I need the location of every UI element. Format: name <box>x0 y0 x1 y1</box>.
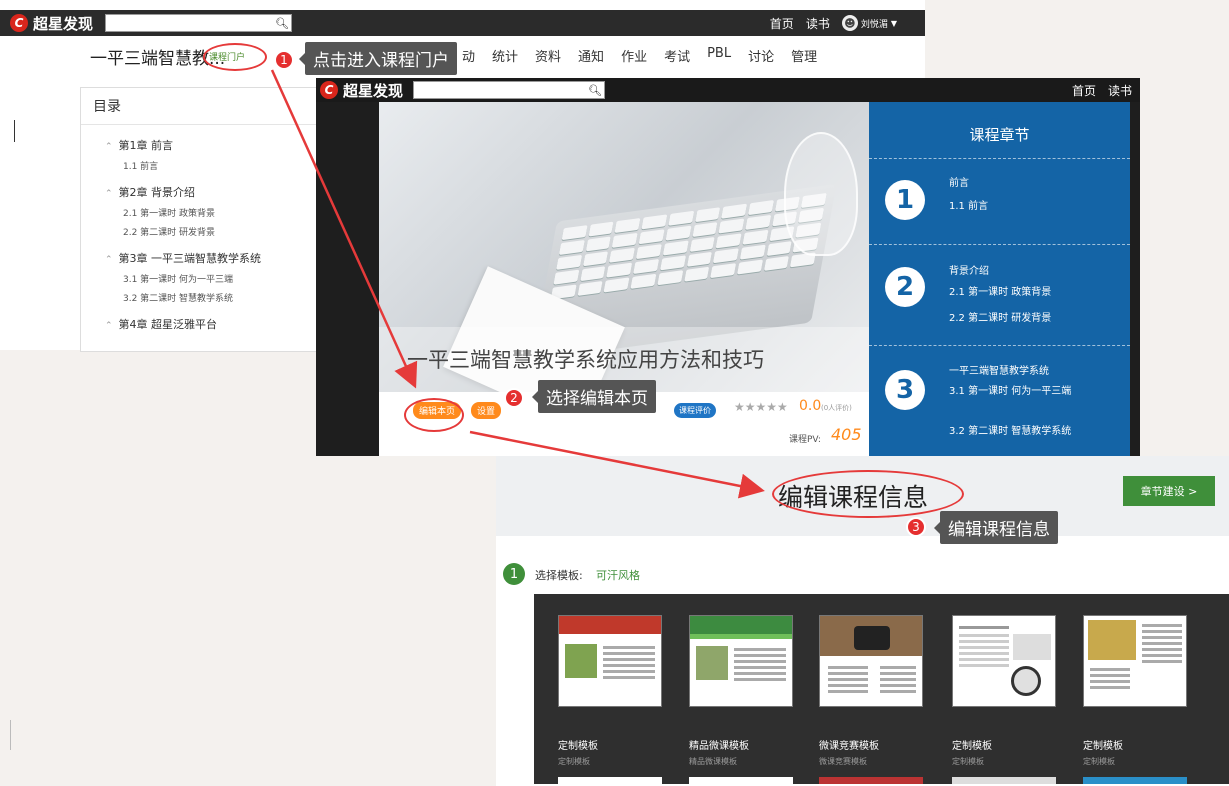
step-tip-1: 点击进入课程门户 <box>299 42 457 75</box>
step-badge-3: 3 <box>906 517 926 537</box>
arrow-to-edit-info <box>469 430 765 499</box>
arrow-to-edit-page <box>270 69 418 389</box>
step-tip-3: 编辑课程信息 <box>934 511 1058 544</box>
step-tip-2: 选择编辑本页 <box>532 380 656 413</box>
step-badge-2: 2 <box>504 388 524 408</box>
highlight-edit-button <box>404 398 464 432</box>
highlight-portal-link <box>203 43 267 71</box>
highlight-edit-heading <box>772 470 964 518</box>
divider <box>10 720 11 750</box>
step-badge-1: 1 <box>274 50 294 70</box>
